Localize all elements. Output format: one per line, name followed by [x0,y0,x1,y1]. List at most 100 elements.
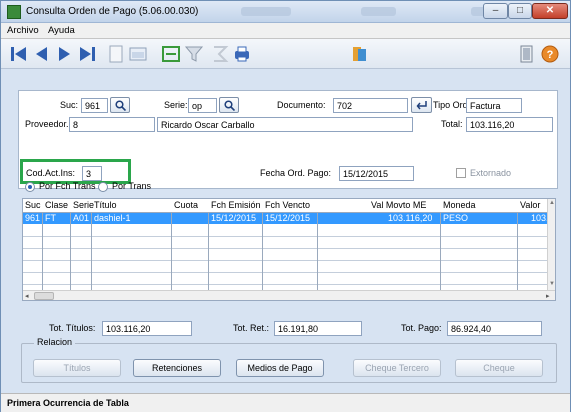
tot-pago-label: Tot. Pago: [401,323,442,333]
maximize-button[interactable]: □ [508,3,532,19]
radio-por-trans[interactable] [98,182,108,192]
por-fch-trans-label: Por Fch Trans [39,181,96,191]
table-row[interactable]: 961 FT A01 dashiel-1 15/12/2015 15/12/20… [23,212,549,224]
grid-line [23,272,547,273]
col-header-cuota[interactable]: Cuota [174,199,198,212]
proveedor-code-field[interactable]: 8 [69,117,155,132]
tipo-ord-label: Tipo Ord: [433,100,471,110]
grid-line [23,212,547,213]
app-icon [7,5,21,19]
col-header-titulo[interactable]: Título [94,199,117,212]
tot-ret-field[interactable]: 16.191,80 [274,321,362,336]
col-header-serie[interactable]: Serie [73,199,94,212]
proveedor-name-field[interactable]: Ricardo Oscar Carballo [157,117,413,132]
blurred-text [361,7,396,16]
next-record-icon[interactable] [54,44,74,64]
grid-line [23,236,547,237]
total-label: Total: [441,119,463,129]
suc-label: Suc: [60,100,79,110]
search-icon [115,100,126,111]
scroll-right-icon[interactable]: ▸ [546,292,550,300]
tot-titulos-field[interactable]: 103.116,20 [102,321,192,336]
svg-text:?: ? [547,49,554,61]
export-icon[interactable] [349,44,369,64]
minimize-button[interactable]: – [483,3,508,19]
col-header-moneda[interactable]: Moneda [443,199,476,212]
tot-pago-field[interactable]: 86.924,40 [447,321,542,336]
grid-line [23,248,547,249]
col-header-fch-vencto[interactable]: Fch Vencto [265,199,310,212]
documento-enter-button[interactable] [411,97,432,113]
vertical-scrollbar[interactable]: ▲ ▼ [547,199,555,290]
cell-suc: 961 [25,213,41,223]
fit-width-icon[interactable] [161,44,181,64]
tot-titulos-label: Tot. Títulos: [49,323,96,333]
scroll-thumb[interactable] [34,292,54,300]
col-header-valor[interactable]: Valor [520,199,540,212]
grid-line [262,212,263,291]
grid-line [440,212,441,291]
previous-record-icon[interactable] [32,44,52,64]
grid-line [42,212,43,291]
cell-titulo: dashiel-1 [94,213,131,223]
col-header-suc[interactable]: Suc [25,199,41,212]
cell-clase: FT [45,213,56,223]
menu-ayuda[interactable]: Ayuda [48,25,75,36]
cell-moneda: PESO [443,213,469,223]
por-trans-label: Por Trans [112,181,152,191]
serie-label: Serie: [164,100,188,110]
grid-line [23,260,547,261]
cell-serie: A01 [73,213,90,223]
window-view-icon[interactable] [128,44,148,64]
retenciones-button[interactable]: Retenciones [133,359,221,377]
horizontal-scrollbar[interactable]: ◂ ▸ [23,290,555,300]
extornado-label: Extornado [470,168,512,178]
col-header-fch-emision[interactable]: Fch Emisión [211,199,261,212]
documento-field[interactable]: 702 [333,98,408,113]
close-button[interactable]: ✕ [532,3,568,19]
cheque-tercero-button[interactable]: Cheque Tercero [353,359,441,377]
sum-icon[interactable] [210,44,230,64]
serie-field[interactable]: op [188,98,217,113]
col-header-val-movto-me[interactable]: Val Movto ME [371,199,426,212]
last-record-icon[interactable] [77,44,97,64]
suc-field[interactable]: 961 [81,98,108,113]
new-document-icon[interactable] [106,44,126,64]
fecha-label: Fecha Ord. Pago: [260,168,332,178]
grid-line [317,212,318,291]
scroll-left-icon[interactable]: ◂ [25,292,29,300]
window-title: Consulta Orden de Pago (5.06.00.030) [26,6,199,17]
blurred-text [241,7,291,16]
col-header-clase[interactable]: Clase [45,199,68,212]
tipo-ord-field[interactable]: Factura [466,98,522,113]
titles-grid: Suc Clase Serie Título Cuota Fch Emisión… [22,198,556,301]
toolbar: ? [1,39,570,69]
tot-ret-label: Tot. Ret.: [233,323,270,333]
titulos-button[interactable]: Títulos [33,359,121,377]
print-icon[interactable] [232,44,252,64]
filter-icon[interactable] [184,44,204,64]
scroll-up-icon[interactable]: ▲ [549,200,555,206]
medios-de-pago-button[interactable]: Medios de Pago [236,359,324,377]
first-record-icon[interactable] [9,44,29,64]
cheque-button[interactable]: Cheque [455,359,543,377]
extornado-checkbox[interactable] [456,168,466,178]
exit-door-icon[interactable] [517,44,537,64]
suc-lookup-button[interactable] [110,97,130,113]
radio-por-fch-trans[interactable] [25,182,35,192]
menu-bar: Archivo Ayuda [1,23,570,39]
help-icon[interactable]: ? [540,44,560,64]
serie-lookup-button[interactable] [219,97,239,113]
search-icon [224,100,235,111]
cell-valor: 103. [531,213,549,223]
grid-line [208,212,209,291]
fecha-field[interactable]: 15/12/2015 [339,166,414,181]
grid-line [70,212,71,291]
cell-val-movto-me: 103.116,20 [388,213,433,223]
total-field[interactable]: 103.116,20 [466,117,553,132]
grid-line [517,212,518,291]
window: Consulta Orden de Pago (5.06.00.030) – □… [0,0,571,412]
status-bar: Primera Ocurrencia de Tabla [1,393,570,412]
menu-archivo[interactable]: Archivo [7,25,39,36]
scroll-down-icon[interactable]: ▼ [549,281,555,287]
